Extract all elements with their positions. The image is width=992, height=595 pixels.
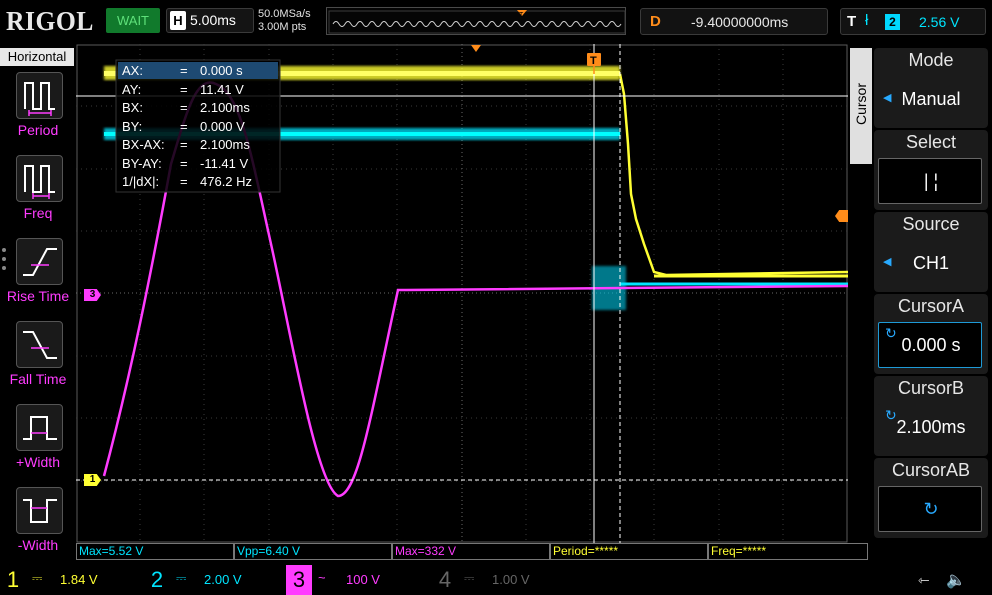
measure-negative-width-button[interactable]: -Width	[0, 487, 76, 569]
measure-frequency-label: Freq	[23, 205, 53, 221]
memory-waveform-overview: T	[328, 10, 626, 34]
readout-row-by-ay: BY-AY: = -11.41 V	[122, 155, 249, 171]
dc-coupling-icon: ⎓	[464, 570, 475, 585]
channel-3-scale: 100 V	[346, 572, 380, 587]
trigger-level: 2.56 V	[919, 14, 960, 30]
cursor-readout-text: AX: = 0.000 s AY: = 11.41 V BX: = 2.100ms BY: =…	[122, 62, 282, 192]
timebase-key: H	[170, 11, 186, 30]
delay-display[interactable]: D -9.40000000ms	[640, 8, 828, 35]
channel-1-number: 1	[6, 567, 20, 592]
memory-depth: 3.00M pts	[258, 21, 307, 33]
cursor-mode-button[interactable]: Mode ◀ Manual	[874, 48, 988, 128]
trigger-display[interactable]: T ł 2 2.56 V	[840, 8, 986, 35]
delay-key: D	[650, 13, 661, 30]
fall-time-icon	[16, 321, 63, 368]
trigger-key: T	[847, 13, 857, 30]
waveform-display-area[interactable]: T AX: = 0.000 s AY: = 11.41 V BX: = 2.100ms BY…	[76, 44, 849, 543]
measurement-ch2-vpp[interactable]: Vpp=6.40 V	[234, 543, 392, 560]
measurement-ch1-period[interactable]: Period=*****	[550, 543, 708, 560]
cursor-select-value: | ¦	[923, 171, 939, 191]
channel-2-number: 2	[150, 567, 164, 592]
channel-1-scale: 1.84 V	[60, 572, 98, 587]
channel-2-scale: 2.00 V	[204, 572, 242, 587]
channel-status-bar: 1 ⎓ 1.84 V 2 ⎓ 2.00 V 3 ~ 100 V 4 ⎓ 1.00…	[0, 565, 992, 595]
cursor-a-value: 0.000 s	[901, 335, 961, 355]
measurement-ch1-freq[interactable]: Freq=*****	[708, 543, 868, 560]
channel-3-number: 3	[286, 565, 312, 595]
measure-frequency-button[interactable]: Freq	[0, 155, 76, 237]
cursor-select-label: Select	[905, 132, 957, 152]
readout-row-ay: AY: = 11.41 V	[122, 81, 244, 97]
channel-2-status[interactable]: 2 ⎓ 2.00 V	[144, 565, 284, 595]
cursor-side-menu: Cursor Mode ◀ Manual Select | ¦ Source ◀…	[848, 44, 992, 565]
cursor-select-button[interactable]: Select | ¦	[874, 130, 988, 210]
memory-track-overview[interactable]: T	[326, 7, 626, 35]
rise-time-icon	[16, 238, 63, 285]
positive-width-icon	[16, 404, 63, 451]
channel-3-status[interactable]: 3 ~ 100 V	[286, 565, 426, 595]
readout-row-inverse-dx: 1/|dX|: = 476.2 Hz	[122, 174, 253, 189]
ac-coupling-icon: ~	[318, 570, 326, 585]
top-status-bar: RIGOL WAIT H 5.00ms 50.0MSa/s 3.00M pts T…	[0, 0, 992, 44]
trigger-source-badge: 2	[885, 14, 900, 30]
measure-period-button[interactable]: Period	[0, 72, 76, 154]
measurement-results-bar: Max=5.52 V Vpp=6.40 V Max=332 V Period=*…	[76, 543, 868, 560]
cursor-a-button[interactable]: CursorA ↻ 0.000 s	[874, 294, 988, 374]
measurement-ch2-max[interactable]: Max=5.52 V	[76, 543, 234, 560]
cursor-ab-label: CursorAB	[891, 460, 971, 480]
readout-row-bx-ax: BX-AX: = 2.100ms	[122, 137, 250, 152]
measure-side-menu: Horizontal Period Freq Rise Time Fall Ti…	[0, 44, 76, 565]
measure-rise-time-button[interactable]: Rise Time	[0, 238, 76, 320]
measure-positive-width-label: +Width	[16, 454, 60, 470]
cursor-mode-label: Mode	[908, 50, 954, 70]
delay-value: -9.40000000ms	[691, 14, 789, 30]
cursor-a-label: CursorA	[897, 296, 964, 316]
measure-fall-time-label: Fall Time	[9, 371, 67, 387]
frequency-icon	[16, 155, 63, 202]
negative-width-icon	[16, 487, 63, 534]
dc-coupling-icon: ⎓	[32, 570, 43, 585]
cursor-ab-button[interactable]: CursorAB ↻	[874, 458, 988, 538]
readout-row-bx: BX: = 2.100ms	[122, 100, 250, 115]
trigger-marker-label: T	[590, 55, 597, 67]
usb-icon: ⇽	[918, 572, 930, 588]
speaker-muted-icon[interactable]: 🔈	[946, 570, 966, 590]
acquisition-info: 50.0MSa/s 3.00M pts	[258, 8, 311, 34]
measure-fall-time-button[interactable]: Fall Time	[0, 321, 76, 403]
measure-negative-width-label: -Width	[17, 537, 59, 553]
measure-rise-time-label: Rise Time	[6, 288, 70, 304]
channel-4-number: 4	[438, 567, 452, 592]
channel-1-status[interactable]: 1 ⎓ 1.84 V	[0, 565, 140, 595]
cursor-menu-title: Cursor	[850, 48, 872, 164]
period-icon	[16, 72, 63, 119]
timebase-display[interactable]: H 5.00ms	[166, 8, 254, 33]
cursor-mode-value: Manual	[901, 89, 961, 109]
sample-rate: 50.0MSa/s	[258, 8, 311, 20]
cursor-source-label: Source	[902, 214, 960, 234]
svg-text:T: T	[519, 12, 524, 19]
cursor-b-value: 2.100ms	[896, 417, 966, 437]
measurement-ch3-max[interactable]: Max=332 V	[392, 543, 550, 560]
readout-row-ax: AX: = 0.000 s	[122, 63, 243, 78]
cursor-b-label: CursorB	[897, 378, 964, 398]
cursor-source-button[interactable]: Source ◀ CH1	[874, 212, 988, 292]
falling-edge-icon: ł	[865, 12, 869, 29]
measure-period-label: Period	[17, 122, 59, 138]
rotate-knob-icon: ↻	[923, 499, 939, 519]
measure-category-title: Horizontal	[0, 48, 74, 66]
cursor-source-value: CH1	[912, 253, 949, 273]
run-status-badge[interactable]: WAIT	[106, 8, 160, 33]
measure-positive-width-button[interactable]: +Width	[0, 404, 76, 486]
readout-row-by: BY: = 0.000 V	[122, 118, 245, 134]
cursor-b-button[interactable]: CursorB ↻ 2.100ms	[874, 376, 988, 456]
timebase-value: 5.00ms	[190, 12, 236, 28]
dc-coupling-icon: ⎓	[176, 570, 187, 585]
rigol-logo: RIGOL	[6, 6, 94, 36]
channel-4-scale: 1.00 V	[492, 572, 530, 587]
channel-4-status[interactable]: 4 ⎓ 1.00 V	[432, 565, 572, 595]
